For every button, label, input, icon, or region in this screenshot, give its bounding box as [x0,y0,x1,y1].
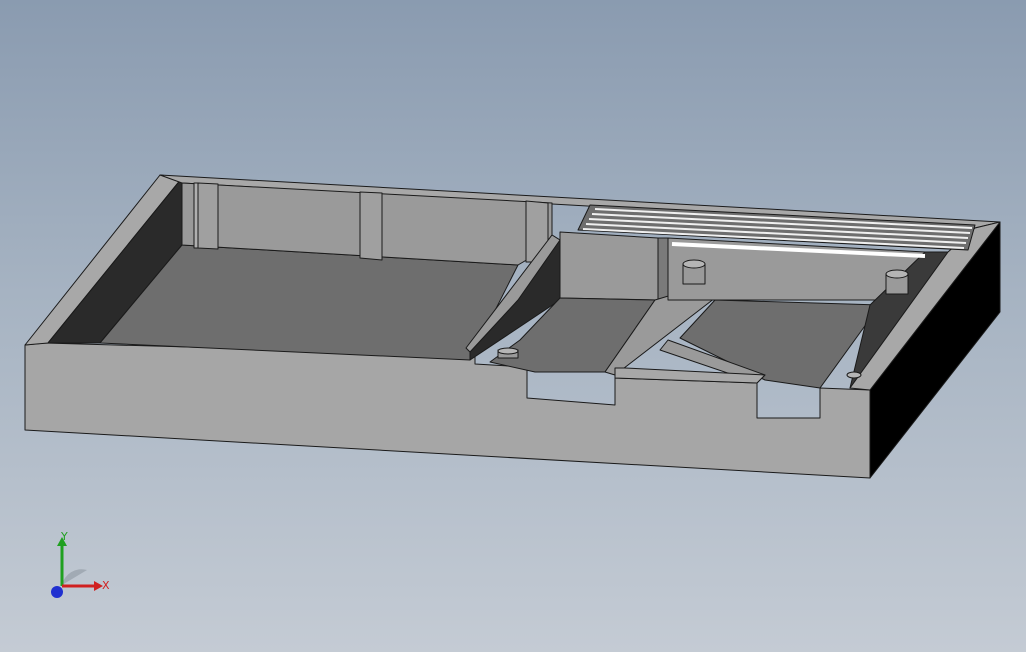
middle-back-wall [559,231,659,301]
graphics-viewport[interactable]: Y X [0,0,1026,652]
rib-3 [359,191,383,261]
x-axis-label: X [102,579,110,592]
boss-3 [497,347,519,359]
triad-arc [62,569,87,585]
3d-model[interactable] [0,0,1026,652]
coordinate-triad: Y X [51,530,110,598]
y-axis-label: Y [60,530,68,543]
boss-2 [885,269,909,295]
boss-1 [682,259,706,285]
rib-2 [197,182,219,250]
z-axis-dot [51,586,63,598]
middle-side-wall [657,237,669,301]
rib-1 [193,182,199,249]
boss-4 [846,371,862,379]
